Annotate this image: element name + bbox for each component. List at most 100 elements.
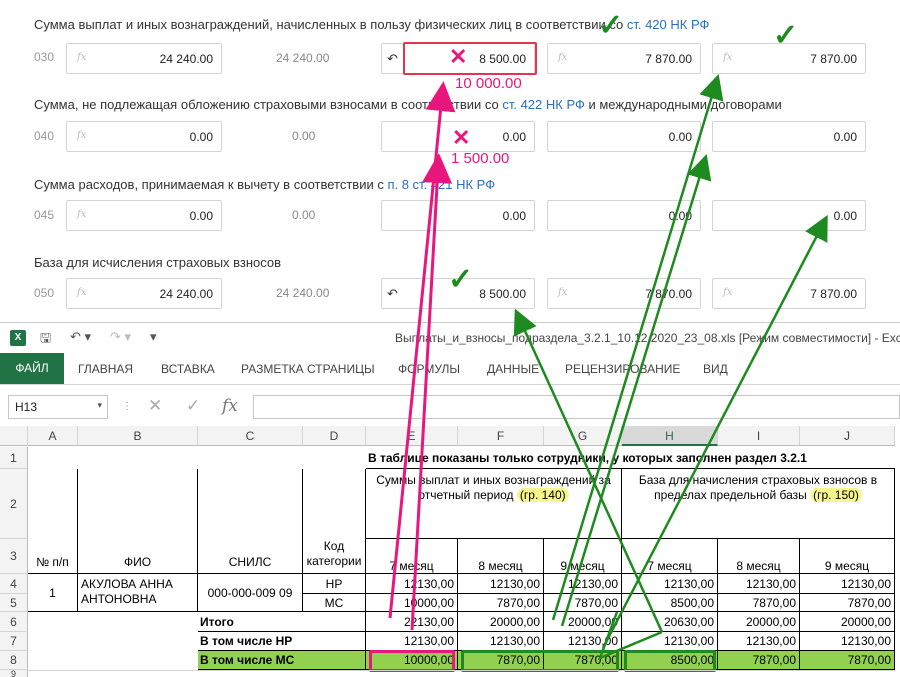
link-art-422[interactable]: ст. 422 НК РФ (502, 97, 585, 112)
total-field[interactable]: fx 0.00 (66, 200, 222, 231)
row-header-2[interactable]: 2 (0, 469, 28, 539)
data-cell[interactable]: 7870,00 (458, 594, 544, 612)
tab-insert[interactable]: ВСТАВКА (161, 362, 215, 376)
data-cell[interactable]: 12130,00 (544, 632, 622, 651)
data-cell[interactable]: 12130,00 (458, 632, 544, 651)
month3-field[interactable]: 0.00 (712, 200, 866, 231)
total-field[interactable]: fx 24 240.00 (66, 278, 222, 309)
row-header-4[interactable]: 4 (0, 574, 28, 594)
row-header-1[interactable]: 1 (0, 447, 28, 469)
row-header-8[interactable]: 8 (0, 651, 28, 670)
column-header-a[interactable]: A (28, 426, 78, 446)
data-cell[interactable]: 20000,00 (800, 612, 895, 632)
data-cell[interactable]: 12130,00 (718, 632, 800, 651)
data-cell[interactable]: 12130,00 (366, 574, 458, 594)
data-cell[interactable]: 20000,00 (544, 612, 622, 632)
chevron-down-icon[interactable]: ▾ (97, 400, 102, 411)
employee-snils: 000-000-009 09 (198, 574, 303, 612)
column-header-c[interactable]: C (198, 426, 303, 446)
month2-field[interactable]: fx 7 870.00 (547, 278, 701, 309)
data-cell[interactable]: 20630,00 (622, 612, 718, 632)
data-cell[interactable]: 20000,00 (458, 612, 544, 632)
qat-more-icon[interactable]: ▾ (150, 329, 157, 345)
data-cell[interactable]: 12130,00 (800, 632, 895, 651)
row-header-3[interactable]: 3 (0, 539, 28, 574)
month3-field[interactable]: fx 7 870.00 (712, 278, 866, 309)
group-header-payments: Суммы выплат и иных вознаграждений за от… (366, 469, 622, 539)
column-header-d[interactable]: D (303, 426, 366, 446)
correct-value-note: 1 500.00 (451, 150, 510, 167)
formula-input[interactable] (253, 395, 900, 419)
data-cell[interactable]: 8500,00 (622, 594, 718, 612)
data-cell[interactable]: 20000,00 (718, 612, 800, 632)
tab-file[interactable]: ФАЙЛ (0, 353, 64, 384)
data-cell[interactable]: 7870,00 (800, 651, 895, 670)
data-cell[interactable]: 12130,00 (622, 574, 718, 594)
redo-icon[interactable]: ↷ ▾ (110, 329, 131, 345)
column-header-f[interactable]: F (458, 426, 544, 446)
tab-page-layout[interactable]: РАЗМЕТКА СТРАНИЦЫ (241, 362, 375, 376)
check-icon: ✓ (598, 9, 624, 42)
month1-field[interactable]: 0.00 (381, 200, 535, 231)
total-field[interactable]: fx 24 240.00 (66, 43, 222, 74)
undo-icon[interactable]: ↶ ▾ (70, 329, 91, 345)
data-cell[interactable]: 7870,00 (718, 594, 800, 612)
row-header-6[interactable]: 6 (0, 612, 28, 632)
label-incl-nr: В том числе НР (198, 632, 366, 651)
column-header-j[interactable]: J (800, 426, 895, 446)
cancel-icon[interactable]: ✕ (148, 396, 162, 416)
data-cell[interactable]: 12130,00 (622, 632, 718, 651)
link-art-421[interactable]: п. 8 ст. 421 НК РФ (387, 177, 495, 192)
link-art-420[interactable]: ст. 420 НК РФ (627, 17, 710, 32)
data-cell[interactable]: 12130,00 (458, 574, 544, 594)
data-cell[interactable]: 12130,00 (366, 632, 458, 651)
header-snils: СНИЛС (198, 469, 303, 574)
tab-view[interactable]: ВИД (703, 362, 728, 376)
header-number: № п/п (28, 469, 78, 574)
data-cell[interactable]: 12130,00 (718, 574, 800, 594)
data-cell[interactable]: 7870,00 (544, 594, 622, 612)
formula-icon: fx (77, 209, 87, 220)
label-total: Итого (198, 612, 366, 632)
data-cell[interactable]: 10000,00 (366, 594, 458, 612)
excel-window: X 🖫 ↶ ▾ ↷ ▾ ▾ Выплаты_и_взносы_подраздел… (0, 322, 900, 677)
month2-field[interactable]: 0.00 (547, 200, 701, 231)
tab-data[interactable]: ДАННЫЕ (487, 362, 539, 376)
data-cell[interactable]: 7870,00 (718, 651, 800, 670)
name-box[interactable]: H13 ▾ (8, 395, 108, 419)
column-header-h[interactable]: H (622, 426, 718, 446)
row-header-5[interactable]: 5 (0, 594, 28, 612)
month-header: 8 месяц (458, 539, 544, 574)
save-icon[interactable]: 🖫 (40, 329, 51, 351)
month3-field[interactable]: 0.00 (712, 121, 866, 152)
tab-formulas[interactable]: ФОРМУЛЫ (398, 362, 460, 376)
column-header-g[interactable]: G (544, 426, 622, 446)
month2-field[interactable]: fx 7 870.00 (547, 43, 701, 74)
column-header-e[interactable]: E (366, 426, 458, 446)
row-code: 045 (34, 208, 55, 222)
row-header-9[interactable]: 9 (0, 670, 28, 677)
excel-logo-icon: X (10, 330, 26, 346)
section-title-040: Сумма, не подлежащая обложению страховым… (34, 97, 782, 112)
splitter-icon[interactable]: ⋮ (122, 401, 132, 412)
column-header-i[interactable]: I (718, 426, 800, 446)
tab-review[interactable]: РЕЦЕНЗИРОВАНИЕ (565, 362, 680, 376)
undo-icon[interactable]: ↶ (387, 286, 398, 302)
data-cell[interactable]: 7870,00 (800, 594, 895, 612)
highlight-gr140: (гр. 140) (516, 488, 569, 502)
formula-icon: fx (77, 130, 87, 141)
select-all-corner[interactable] (0, 426, 28, 446)
column-header-b[interactable]: B (78, 426, 198, 446)
total-field[interactable]: fx 0.00 (66, 121, 222, 152)
row-header-7[interactable]: 7 (0, 632, 28, 651)
data-cell[interactable]: 12130,00 (800, 574, 895, 594)
data-cell[interactable]: 22130,00 (366, 612, 458, 632)
insert-function-icon[interactable]: fx (222, 396, 238, 416)
spreadsheet-grid[interactable]: ABCDEFGHIJ 123456789 В таблице показаны то… (0, 426, 900, 677)
undo-icon[interactable]: ↶ (387, 51, 398, 67)
data-cell[interactable]: 12130,00 (544, 574, 622, 594)
enter-icon[interactable]: ✓ (186, 396, 200, 416)
tab-home[interactable]: ГЛАВНАЯ (78, 362, 133, 376)
formula-icon: fx (723, 287, 733, 298)
month2-field[interactable]: 0.00 (547, 121, 701, 152)
